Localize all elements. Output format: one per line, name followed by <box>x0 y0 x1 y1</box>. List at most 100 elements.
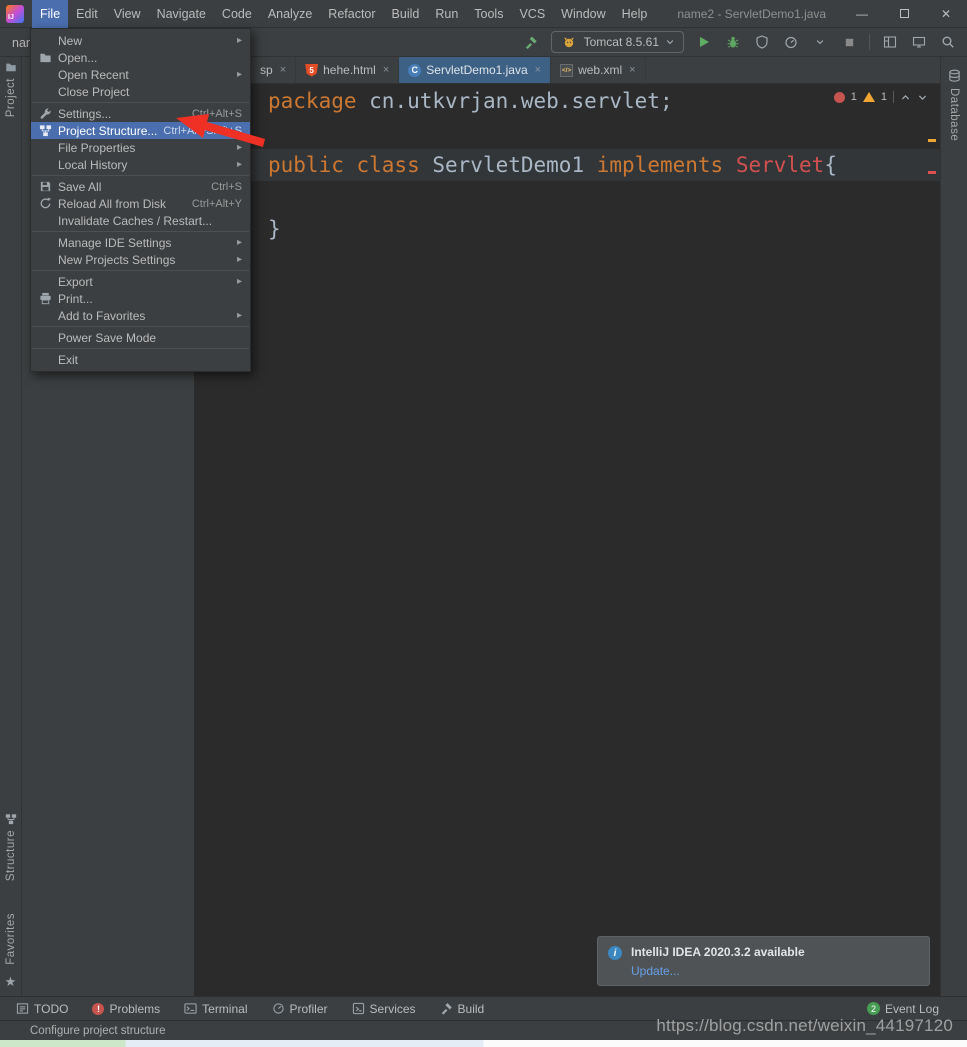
star-icon: ★ <box>5 974 17 990</box>
error-stripe-mark <box>928 171 936 174</box>
menu-item-file-properties[interactable]: File Properties▸ <box>31 139 250 156</box>
tab-hehe-html[interactable]: 5 hehe.html × <box>296 57 399 83</box>
close-button[interactable]: ✕ <box>925 0 967 28</box>
code-block: package cn.utkvrjan.web.servlet; public … <box>195 85 940 245</box>
menu-item-new[interactable]: New▸ <box>31 32 250 49</box>
status-hint: Configure project structure <box>30 1025 166 1037</box>
problems-tool-button[interactable]: ! Problems <box>92 1002 160 1016</box>
menu-item-project-structure[interactable]: Project Structure...Ctrl+Alt+Shift+S <box>31 122 250 139</box>
menu-item-add-to-favorites[interactable]: Add to Favorites▸ <box>31 307 250 324</box>
tab-jsp-partial[interactable]: sp × <box>251 57 296 83</box>
menu-item-new-projects-settings[interactable]: New Projects Settings▸ <box>31 251 250 268</box>
menubar-code[interactable]: Code <box>214 0 260 28</box>
menu-item-invalidate-caches[interactable]: Invalidate Caches / Restart... <box>31 212 250 229</box>
menubar-run[interactable]: Run <box>427 0 466 28</box>
menu-item-local-history[interactable]: Local History▸ <box>31 156 250 173</box>
structure-tool-button[interactable]: Structure <box>5 813 17 886</box>
warning-stripe-mark <box>928 139 936 142</box>
database-tool-button[interactable]: Database <box>948 69 961 146</box>
save-icon <box>37 180 54 193</box>
menu-item-manage-ide-settings[interactable]: Manage IDE Settings▸ <box>31 234 250 251</box>
minimize-button[interactable]: — <box>841 0 883 28</box>
editor-code-area[interactable]: package cn.utkvrjan.web.servlet; public … <box>195 84 940 996</box>
editor-tab-bar: sp × 5 hehe.html × C ServletDemo1.java ×… <box>195 57 940 84</box>
menubar-edit[interactable]: Edit <box>68 0 106 28</box>
error-circle-icon: ! <box>92 1003 104 1015</box>
submenu-arrow-icon: ▸ <box>237 159 242 170</box>
info-icon: i <box>608 946 622 960</box>
chevron-down-icon[interactable] <box>917 92 928 103</box>
monitor-icon[interactable] <box>910 33 928 51</box>
close-icon[interactable]: × <box>629 64 635 76</box>
search-icon[interactable] <box>939 33 957 51</box>
submenu-arrow-icon: ▸ <box>237 69 242 80</box>
event-log-button[interactable]: 2 Event Log <box>867 1002 939 1016</box>
menu-item-close-project[interactable]: Close Project <box>31 83 250 100</box>
profiler-gauge-icon[interactable] <box>782 33 800 51</box>
inspection-divider <box>893 91 894 103</box>
terminal-tool-button[interactable]: Terminal <box>184 1002 247 1016</box>
error-circle-icon <box>834 92 845 103</box>
project-tool-button[interactable]: Project <box>5 61 17 122</box>
favorites-tool-button[interactable]: Favorites ★ <box>5 908 17 990</box>
window-controls: — ✕ <box>841 0 967 28</box>
stop-button[interactable] <box>840 33 858 51</box>
menu-item-exit[interactable]: Exit <box>31 351 250 368</box>
submenu-arrow-icon: ▸ <box>237 254 242 265</box>
tab-label: web.xml <box>578 63 622 77</box>
menu-item-power-save-mode[interactable]: Power Save Mode <box>31 329 250 346</box>
tab-web-xml[interactable]: </> web.xml × <box>551 57 645 83</box>
menu-item-open[interactable]: Open... <box>31 49 250 66</box>
tab-servletdemo1-java[interactable]: C ServletDemo1.java × <box>399 57 551 83</box>
window-title: name2 - ServletDemo1.java <box>677 7 826 21</box>
profiler-tool-button[interactable]: Profiler <box>272 1002 328 1016</box>
update-notification[interactable]: i IntelliJ IDEA 2020.3.2 available Updat… <box>597 936 930 986</box>
warning-count: 1 <box>881 91 887 103</box>
project-tool-label: Project <box>5 78 17 117</box>
menubar-tools[interactable]: Tools <box>466 0 511 28</box>
menu-item-export[interactable]: Export▸ <box>31 273 250 290</box>
menubar-build[interactable]: Build <box>384 0 428 28</box>
menubar-refactor[interactable]: Refactor <box>320 0 383 28</box>
submenu-arrow-icon: ▸ <box>237 310 242 321</box>
inspection-widget[interactable]: 1 1 <box>834 91 928 103</box>
close-icon[interactable]: × <box>280 64 286 76</box>
coverage-shield-icon[interactable] <box>753 33 771 51</box>
close-icon[interactable]: × <box>535 64 541 76</box>
debug-bug-icon[interactable] <box>724 33 742 51</box>
maximize-button[interactable] <box>883 0 925 28</box>
chevron-down-icon[interactable] <box>811 33 829 51</box>
menubar-window[interactable]: Window <box>553 0 613 28</box>
menu-item-reload-all-from-disk[interactable]: Reload All from DiskCtrl+Alt+Y <box>31 195 250 212</box>
menubar-navigate[interactable]: Navigate <box>149 0 214 28</box>
menu-separator <box>32 326 249 327</box>
services-tool-button[interactable]: Services <box>352 1002 416 1016</box>
menu-item-print[interactable]: Print... <box>31 290 250 307</box>
chevron-up-icon[interactable] <box>900 92 911 103</box>
java-class-icon: C <box>408 64 421 77</box>
menu-item-save-all[interactable]: Save AllCtrl+S <box>31 178 250 195</box>
menubar-vcs[interactable]: VCS <box>511 0 553 28</box>
favorites-tool-label: Favorites <box>5 913 17 965</box>
tab-label: sp <box>260 63 273 77</box>
submenu-arrow-icon: ▸ <box>237 35 242 46</box>
build-hammer-icon[interactable] <box>522 33 540 51</box>
run-configuration-select[interactable]: Tomcat 8.5.61 <box>551 31 684 53</box>
menu-item-open-recent[interactable]: Open Recent▸ <box>31 66 250 83</box>
intellij-logo-icon: IJ <box>6 5 24 23</box>
update-link[interactable]: Update... <box>631 964 805 978</box>
menubar-file[interactable]: File <box>32 0 68 28</box>
menu-separator <box>32 231 249 232</box>
build-tool-button[interactable]: Build <box>440 1002 485 1016</box>
layout-icon[interactable] <box>881 33 899 51</box>
todo-tool-button[interactable]: TODO <box>16 1002 68 1016</box>
menu-item-settings[interactable]: Settings...Ctrl+Alt+S <box>31 105 250 122</box>
menubar-help[interactable]: Help <box>614 0 656 28</box>
close-icon[interactable]: × <box>383 64 389 76</box>
menubar-view[interactable]: View <box>106 0 149 28</box>
menubar-analyze[interactable]: Analyze <box>260 0 320 28</box>
left-stripe-bottom: Structure Favorites ★ <box>5 813 17 990</box>
menu-separator <box>32 348 249 349</box>
run-button[interactable] <box>695 33 713 51</box>
submenu-arrow-icon: ▸ <box>237 142 242 153</box>
